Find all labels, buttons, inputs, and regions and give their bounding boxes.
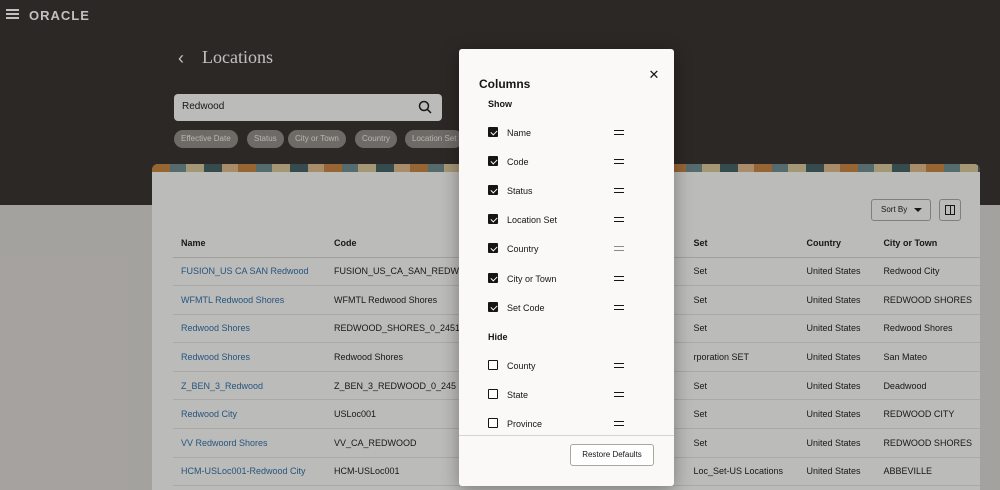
option-label: City or Town [507,274,557,284]
hide-section-label: Hide [488,332,508,342]
drag-handle-icon[interactable] [614,392,624,397]
column-option-state[interactable]: State [488,388,628,402]
option-label: County [507,361,536,371]
checkbox[interactable] [488,156,498,166]
show-section-label: Show [488,99,512,109]
column-option-name[interactable]: Name [488,126,628,140]
drag-handle-icon[interactable] [614,421,624,426]
column-option-country[interactable]: Country [488,242,628,256]
drag-handle-icon[interactable] [614,188,624,193]
column-option-code[interactable]: Code [488,155,628,169]
checkbox[interactable] [488,243,498,253]
checkbox[interactable] [488,273,498,283]
option-label: Country [507,244,539,254]
drag-handle-icon[interactable] [614,363,624,368]
drag-handle-icon[interactable] [614,159,624,164]
column-option-set-code[interactable]: Set Code [488,301,628,315]
checkbox[interactable] [488,302,498,312]
close-icon[interactable]: ✕ [647,68,661,82]
column-option-province[interactable]: Province [488,417,628,431]
option-label: Name [507,128,532,138]
column-option-city[interactable]: City or Town [488,272,628,286]
checkbox[interactable] [488,360,498,370]
column-option-status[interactable]: Status [488,184,628,198]
drag-handle-icon[interactable] [614,130,624,135]
option-label: Location Set [507,215,558,225]
checkbox[interactable] [488,389,498,399]
checkbox[interactable] [488,185,498,195]
column-option-location-set[interactable]: Location Set [488,213,628,227]
drag-handle-icon[interactable] [614,246,624,251]
option-label: State [507,390,529,400]
option-label: Set Code [507,303,545,313]
drag-handle-icon[interactable] [614,276,624,281]
drag-handle-icon[interactable] [614,217,624,222]
dialog-title: Columns [479,77,531,91]
option-label: Code [507,157,529,167]
restore-defaults-button[interactable]: Restore Defaults [570,444,654,466]
column-option-county[interactable]: County [488,359,628,373]
columns-dialog: Columns ✕ Show Name Code Status Location… [459,49,674,486]
option-label: Status [507,186,533,196]
checkbox[interactable] [488,127,498,137]
drag-handle-icon[interactable] [614,305,624,310]
checkbox[interactable] [488,214,498,224]
checkbox[interactable] [488,418,498,428]
dialog-footer-divider [459,435,674,436]
option-label: Province [507,419,543,429]
